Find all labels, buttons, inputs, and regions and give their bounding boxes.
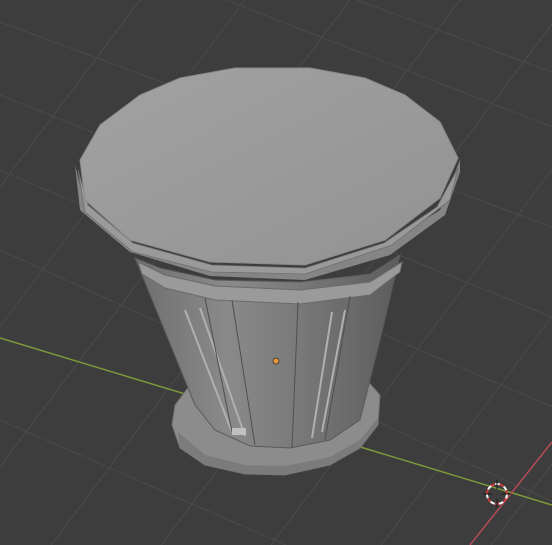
3d-viewport[interactable]: [0, 0, 552, 545]
viewport-canvas[interactable]: [0, 0, 552, 545]
panel-highlight: [232, 428, 246, 435]
object-origin-dot[interactable]: [272, 357, 280, 365]
